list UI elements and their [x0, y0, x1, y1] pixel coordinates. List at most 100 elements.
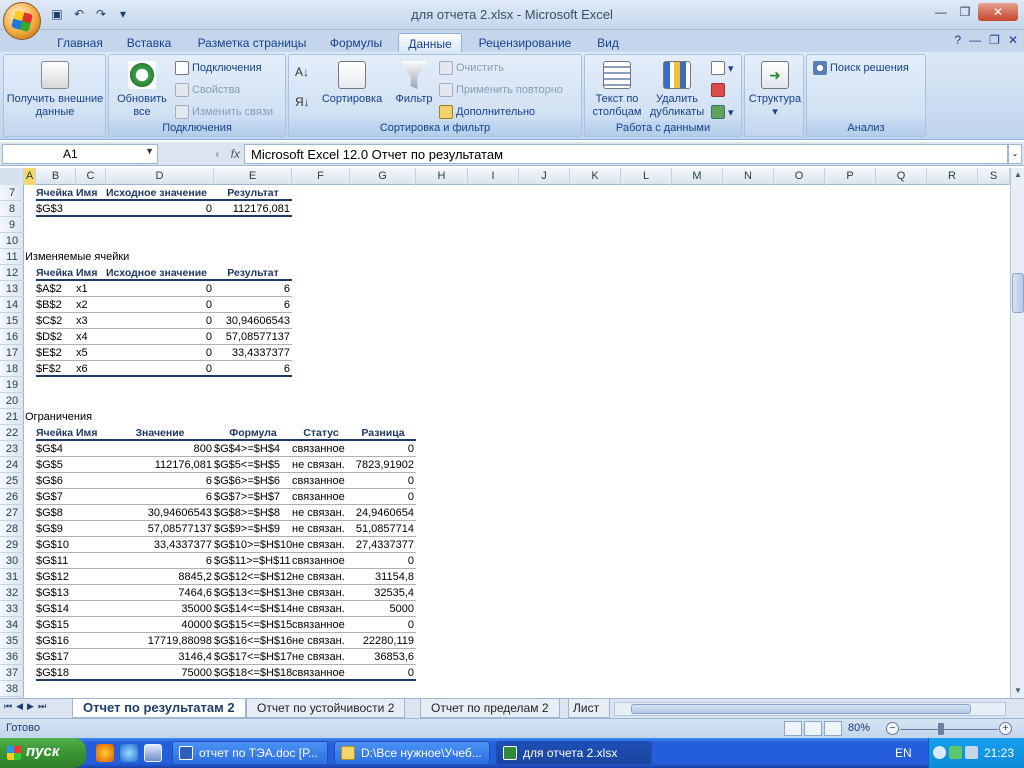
vertical-scrollbar[interactable]: ▲ ▼	[1010, 168, 1024, 698]
cell-area[interactable]: Ячейка Имя Исходное значение Результат $…	[24, 185, 1010, 698]
cell[interactable]: 0	[106, 345, 214, 361]
cell[interactable]: 51,0857714	[350, 521, 416, 537]
volume-icon[interactable]	[965, 746, 978, 759]
cell[interactable]: $G$5<=$H$5	[214, 457, 292, 473]
filter-button[interactable]: Фильтр	[393, 61, 435, 106]
cell[interactable]: 800	[106, 441, 214, 457]
cell[interactable]: связанное	[292, 489, 350, 505]
zoom-slider[interactable]: − +	[886, 722, 1012, 736]
cell[interactable]: связанное	[292, 441, 350, 457]
sort-za-button[interactable]: Я↓	[295, 95, 310, 109]
cell[interactable]: не связан.	[292, 585, 350, 601]
section-title[interactable]: Изменяемые ячейки	[24, 249, 224, 265]
column-header[interactable]: B	[36, 168, 76, 185]
vertical-scroll-thumb[interactable]	[1012, 273, 1024, 313]
close-icon[interactable]: ✕	[978, 3, 1018, 21]
cell[interactable]: Разница	[350, 425, 416, 441]
cell[interactable]: 0	[350, 489, 416, 505]
cell[interactable]: $F$2	[36, 361, 76, 377]
cell[interactable]: 0	[106, 361, 214, 377]
tab-review[interactable]: Рецензирование	[472, 33, 578, 52]
scroll-down-icon[interactable]: ▼	[1011, 684, 1024, 698]
help-icon[interactable]: ?	[954, 33, 961, 47]
cell[interactable]: 0	[350, 473, 416, 489]
cell[interactable]: 36853,6	[350, 649, 416, 665]
workbook-minimize-icon[interactable]: —	[969, 33, 981, 47]
browser-icon[interactable]	[96, 744, 114, 762]
cell[interactable]: $G$6	[36, 473, 106, 489]
horizontal-scrollbar[interactable]	[614, 702, 1006, 716]
cell[interactable]: связанное	[292, 473, 350, 489]
cell[interactable]: 33,4337377	[106, 537, 214, 553]
page-layout-view-icon[interactable]	[804, 721, 822, 736]
cell[interactable]: связанное	[292, 553, 350, 569]
text-to-columns-button[interactable]: Текст по столбцам	[587, 61, 647, 119]
show-desktop-icon[interactable]	[144, 744, 162, 762]
cell[interactable]: 40000	[106, 617, 214, 633]
row-header[interactable]: 37	[0, 665, 24, 681]
column-header[interactable]: G	[350, 168, 416, 185]
row-header[interactable]: 24	[0, 457, 24, 473]
minimize-icon[interactable]: —	[930, 3, 952, 21]
cell[interactable]: $G$3	[36, 201, 76, 217]
edit-links-button[interactable]: Изменить связи	[175, 105, 273, 119]
column-header[interactable]: J	[519, 168, 570, 185]
sheet-tab-sensitivity-2[interactable]: Отчет по устойчивости 2	[246, 699, 406, 718]
column-header[interactable]: O	[774, 168, 825, 185]
row-header[interactable]: 19	[0, 377, 24, 393]
row-header[interactable]: 28	[0, 521, 24, 537]
column-header[interactable]: P	[825, 168, 876, 185]
cell[interactable]: 112176,081	[106, 457, 214, 473]
cell[interactable]: Имя	[76, 265, 106, 281]
cell[interactable]: Имя	[76, 185, 106, 201]
cell[interactable]: Имя	[76, 425, 106, 441]
name-box[interactable]: A1 ▼	[2, 144, 158, 164]
workbook-close-icon[interactable]: ✕	[1008, 33, 1018, 47]
cell[interactable]: Исходное значение	[106, 265, 214, 281]
cell[interactable]: 32535,4	[350, 585, 416, 601]
cell[interactable]: $G$7>=$H$7	[214, 489, 292, 505]
formula-input[interactable]: Microsoft Excel 12.0 Отчет по результата…	[244, 144, 1008, 164]
cell[interactable]: не связан.	[292, 649, 350, 665]
cell[interactable]: Ячейка	[36, 185, 76, 201]
tab-data[interactable]: Данные	[398, 33, 462, 52]
column-header[interactable]: E	[214, 168, 292, 185]
cell[interactable]: $G$8>=$H$8	[214, 505, 292, 521]
cell[interactable]: $G$13<=$H$13	[214, 585, 292, 601]
row-header[interactable]: 13	[0, 281, 24, 297]
cell[interactable]: 6	[106, 489, 214, 505]
cell[interactable]: $G$6>=$H$6	[214, 473, 292, 489]
sort-az-button[interactable]: А↓	[295, 65, 309, 79]
sheet-tab-limits-2[interactable]: Отчет по пределам 2	[420, 699, 560, 718]
cell[interactable]: 5000	[350, 601, 416, 617]
cell[interactable]: x2	[76, 297, 106, 313]
taskbar-button-word[interactable]: отчет по ТЭА.doc [Р...	[172, 741, 328, 765]
cell[interactable]: не связан.	[292, 457, 350, 473]
tab-home[interactable]: Главная	[52, 33, 108, 52]
cell[interactable]: 0	[106, 313, 214, 329]
row-header[interactable]: 21	[0, 409, 24, 425]
row-header[interactable]: 34	[0, 617, 24, 633]
sheet-tab-results-2[interactable]: Отчет по результатам 2	[72, 699, 246, 718]
column-header[interactable]: S	[978, 168, 1010, 185]
cell[interactable]: 75000	[106, 665, 214, 681]
row-header[interactable]: 29	[0, 537, 24, 553]
cell[interactable]: 0	[106, 281, 214, 297]
normal-view-icon[interactable]	[784, 721, 802, 736]
row-header[interactable]: 11	[0, 249, 24, 265]
scroll-up-icon[interactable]: ▲	[1011, 168, 1024, 182]
expand-formula-bar-icon[interactable]: ⌄	[1008, 144, 1022, 164]
row-header[interactable]: 7	[0, 185, 24, 201]
horizontal-scroll-thumb[interactable]	[631, 704, 971, 714]
row-header[interactable]: 18	[0, 361, 24, 377]
cell[interactable]: 31154,8	[350, 569, 416, 585]
row-header[interactable]: 31	[0, 569, 24, 585]
cell[interactable]: связанное	[292, 617, 350, 633]
cell[interactable]: 6	[106, 553, 214, 569]
sort-button[interactable]: Сортировка	[319, 61, 385, 106]
cell[interactable]: Ячейка	[36, 265, 76, 281]
cell[interactable]: $G$14	[36, 601, 106, 617]
properties-button[interactable]: Свойства	[175, 83, 240, 97]
what-if-button[interactable]: ▾	[711, 105, 734, 119]
cell[interactable]: $G$15	[36, 617, 106, 633]
